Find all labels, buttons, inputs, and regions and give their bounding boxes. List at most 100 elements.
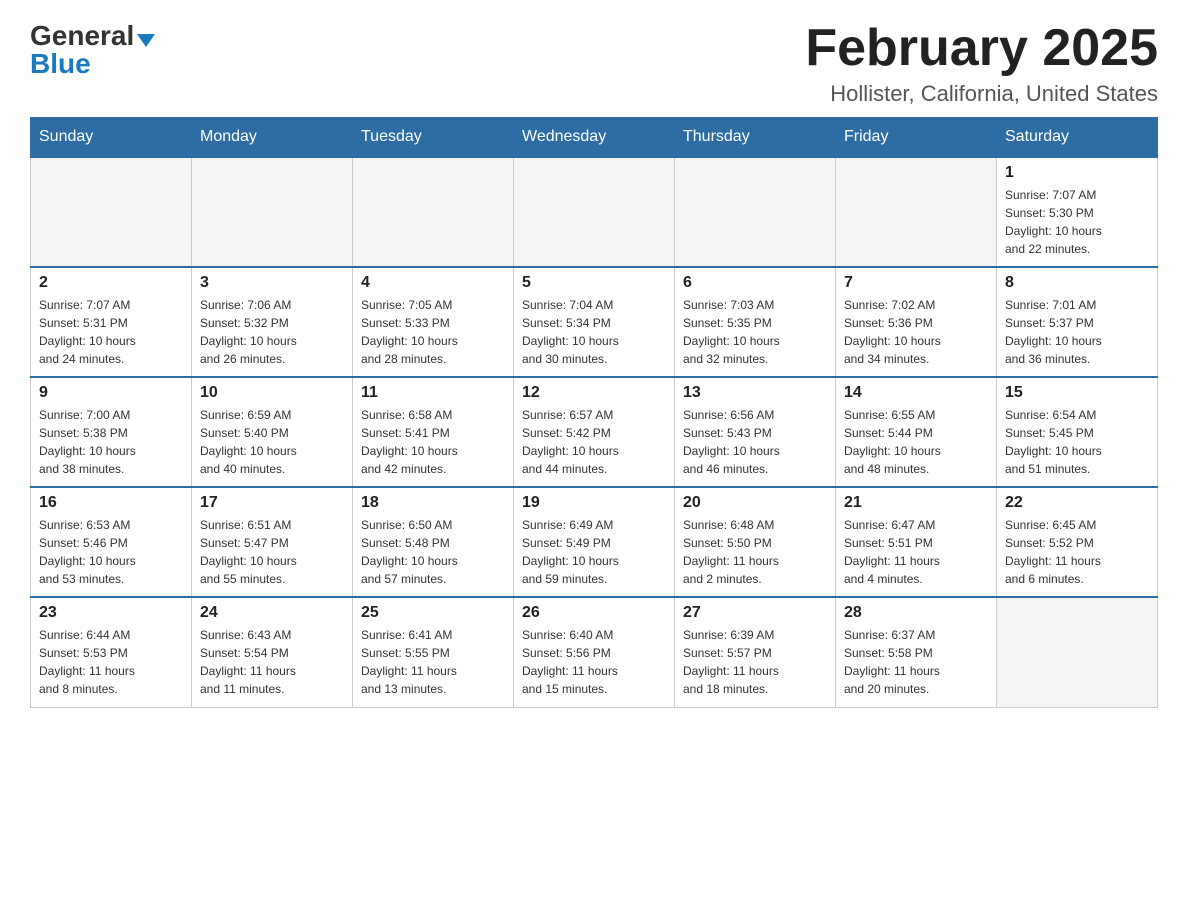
- calendar-title: February 2025: [805, 20, 1158, 77]
- day-number: 19: [522, 494, 666, 512]
- table-row: 18 Sunrise: 6:50 AM Sunset: 5:48 PM Dayli…: [353, 487, 514, 597]
- table-row: 28 Sunrise: 6:37 AM Sunset: 5:58 PM Dayli…: [836, 597, 997, 707]
- day-info: Sunrise: 6:53 AM Sunset: 5:46 PM Dayligh…: [39, 516, 183, 588]
- table-row: 24 Sunrise: 6:43 AM Sunset: 5:54 PM Dayli…: [192, 597, 353, 707]
- table-row: [353, 157, 514, 267]
- day-number: 3: [200, 274, 344, 292]
- day-info: Sunrise: 6:56 AM Sunset: 5:43 PM Dayligh…: [683, 406, 827, 478]
- day-number: 6: [683, 274, 827, 292]
- day-info: Sunrise: 6:57 AM Sunset: 5:42 PM Dayligh…: [522, 406, 666, 478]
- table-row: 9 Sunrise: 7:00 AM Sunset: 5:38 PM Daylig…: [31, 377, 192, 487]
- col-thursday: Thursday: [675, 118, 836, 158]
- table-row: 14 Sunrise: 6:55 AM Sunset: 5:44 PM Dayli…: [836, 377, 997, 487]
- table-row: 26Sunrise: 6:40 AM Sunset: 5:56 PM Dayli…: [514, 597, 675, 707]
- day-info: Sunrise: 6:54 AM Sunset: 5:45 PM Dayligh…: [1005, 406, 1149, 478]
- table-row: 15 Sunrise: 6:54 AM Sunset: 5:45 PM Dayli…: [997, 377, 1158, 487]
- table-row: 19 Sunrise: 6:49 AM Sunset: 5:49 PM Dayli…: [514, 487, 675, 597]
- table-row: 5Sunrise: 7:04 AM Sunset: 5:34 PM Daylig…: [514, 267, 675, 377]
- table-row: [31, 157, 192, 267]
- table-row: 13 Sunrise: 6:56 AM Sunset: 5:43 PM Dayli…: [675, 377, 836, 487]
- page-header: General Blue February 2025 Hollister, Ca…: [30, 20, 1158, 107]
- table-row: 7 Sunrise: 7:02 AM Sunset: 5:36 PM Daylig…: [836, 267, 997, 377]
- table-row: 2 Sunrise: 7:07 AM Sunset: 5:31 PM Daylig…: [31, 267, 192, 377]
- table-row: 27 Sunrise: 6:39 AM Sunset: 5:57 PM Dayli…: [675, 597, 836, 707]
- day-info: Sunrise: 6:51 AM Sunset: 5:47 PM Dayligh…: [200, 516, 344, 588]
- day-info: Sunrise: 7:02 AM Sunset: 5:36 PM Dayligh…: [844, 296, 988, 368]
- calendar-week-row: 9 Sunrise: 7:00 AM Sunset: 5:38 PM Daylig…: [31, 377, 1158, 487]
- day-number: 2: [39, 274, 183, 292]
- day-number: 1: [1005, 164, 1149, 182]
- table-row: 3 Sunrise: 7:06 AM Sunset: 5:32 PM Daylig…: [192, 267, 353, 377]
- day-number: 15: [1005, 384, 1149, 402]
- day-info: Sunrise: 6:45 AM Sunset: 5:52 PM Dayligh…: [1005, 516, 1149, 588]
- table-row: 12 Sunrise: 6:57 AM Sunset: 5:42 PM Dayli…: [514, 377, 675, 487]
- day-number: 21: [844, 494, 988, 512]
- table-row: [997, 597, 1158, 707]
- day-info: Sunrise: 6:55 AM Sunset: 5:44 PM Dayligh…: [844, 406, 988, 478]
- day-info: Sunrise: 6:39 AM Sunset: 5:57 PM Dayligh…: [683, 626, 827, 698]
- day-info: Sunrise: 6:41 AM Sunset: 5:55 PM Dayligh…: [361, 626, 505, 698]
- table-row: 4 Sunrise: 7:05 AM Sunset: 5:33 PM Daylig…: [353, 267, 514, 377]
- day-info: Sunrise: 6:59 AM Sunset: 5:40 PM Dayligh…: [200, 406, 344, 478]
- calendar-header-row: Sunday Monday Tuesday Wednesday Thursday…: [31, 118, 1158, 158]
- table-row: 17Sunrise: 6:51 AM Sunset: 5:47 PM Dayli…: [192, 487, 353, 597]
- day-number: 12: [522, 384, 666, 402]
- day-info: Sunrise: 7:07 AM Sunset: 5:31 PM Dayligh…: [39, 296, 183, 368]
- table-row: 11 Sunrise: 6:58 AM Sunset: 5:41 PM Dayli…: [353, 377, 514, 487]
- table-row: 20Sunrise: 6:48 AM Sunset: 5:50 PM Dayli…: [675, 487, 836, 597]
- day-number: 16: [39, 494, 183, 512]
- table-row: [836, 157, 997, 267]
- table-row: 25 Sunrise: 6:41 AM Sunset: 5:55 PM Dayli…: [353, 597, 514, 707]
- title-block: February 2025 Hollister, California, Uni…: [805, 20, 1158, 107]
- logo: General Blue: [30, 20, 155, 80]
- day-info: Sunrise: 7:07 AM Sunset: 5:30 PM Dayligh…: [1005, 186, 1149, 258]
- table-row: [192, 157, 353, 267]
- day-info: Sunrise: 7:00 AM Sunset: 5:38 PM Dayligh…: [39, 406, 183, 478]
- day-info: Sunrise: 6:49 AM Sunset: 5:49 PM Dayligh…: [522, 516, 666, 588]
- day-number: 5: [522, 274, 666, 292]
- day-number: 7: [844, 274, 988, 292]
- day-info: Sunrise: 6:50 AM Sunset: 5:48 PM Dayligh…: [361, 516, 505, 588]
- calendar-week-row: 2 Sunrise: 7:07 AM Sunset: 5:31 PM Daylig…: [31, 267, 1158, 377]
- day-number: 18: [361, 494, 505, 512]
- logo-arrow-icon: [137, 34, 155, 47]
- calendar-table: Sunday Monday Tuesday Wednesday Thursday…: [30, 117, 1158, 708]
- day-number: 27: [683, 604, 827, 622]
- day-number: 10: [200, 384, 344, 402]
- col-saturday: Saturday: [997, 118, 1158, 158]
- day-number: 24: [200, 604, 344, 622]
- logo-blue-text: Blue: [30, 48, 91, 80]
- day-number: 8: [1005, 274, 1149, 292]
- day-info: Sunrise: 7:03 AM Sunset: 5:35 PM Dayligh…: [683, 296, 827, 368]
- calendar-subtitle: Hollister, California, United States: [805, 81, 1158, 107]
- calendar-week-row: 16 Sunrise: 6:53 AM Sunset: 5:46 PM Dayli…: [31, 487, 1158, 597]
- day-number: 9: [39, 384, 183, 402]
- calendar-week-row: 1 Sunrise: 7:07 AM Sunset: 5:30 PM Daylig…: [31, 157, 1158, 267]
- table-row: 23Sunrise: 6:44 AM Sunset: 5:53 PM Dayli…: [31, 597, 192, 707]
- day-info: Sunrise: 6:37 AM Sunset: 5:58 PM Dayligh…: [844, 626, 988, 698]
- day-number: 11: [361, 384, 505, 402]
- table-row: 21 Sunrise: 6:47 AM Sunset: 5:51 PM Dayli…: [836, 487, 997, 597]
- table-row: 16 Sunrise: 6:53 AM Sunset: 5:46 PM Dayli…: [31, 487, 192, 597]
- col-friday: Friday: [836, 118, 997, 158]
- calendar-week-row: 23Sunrise: 6:44 AM Sunset: 5:53 PM Dayli…: [31, 597, 1158, 707]
- day-info: Sunrise: 6:47 AM Sunset: 5:51 PM Dayligh…: [844, 516, 988, 588]
- col-monday: Monday: [192, 118, 353, 158]
- table-row: 22Sunrise: 6:45 AM Sunset: 5:52 PM Dayli…: [997, 487, 1158, 597]
- day-number: 13: [683, 384, 827, 402]
- day-number: 28: [844, 604, 988, 622]
- day-number: 26: [522, 604, 666, 622]
- table-row: 10 Sunrise: 6:59 AM Sunset: 5:40 PM Dayli…: [192, 377, 353, 487]
- table-row: 6 Sunrise: 7:03 AM Sunset: 5:35 PM Daylig…: [675, 267, 836, 377]
- day-number: 14: [844, 384, 988, 402]
- day-info: Sunrise: 6:48 AM Sunset: 5:50 PM Dayligh…: [683, 516, 827, 588]
- col-sunday: Sunday: [31, 118, 192, 158]
- day-number: 4: [361, 274, 505, 292]
- day-info: Sunrise: 7:05 AM Sunset: 5:33 PM Dayligh…: [361, 296, 505, 368]
- day-info: Sunrise: 6:43 AM Sunset: 5:54 PM Dayligh…: [200, 626, 344, 698]
- day-number: 25: [361, 604, 505, 622]
- col-tuesday: Tuesday: [353, 118, 514, 158]
- day-info: Sunrise: 6:44 AM Sunset: 5:53 PM Dayligh…: [39, 626, 183, 698]
- day-info: Sunrise: 7:06 AM Sunset: 5:32 PM Dayligh…: [200, 296, 344, 368]
- day-info: Sunrise: 6:58 AM Sunset: 5:41 PM Dayligh…: [361, 406, 505, 478]
